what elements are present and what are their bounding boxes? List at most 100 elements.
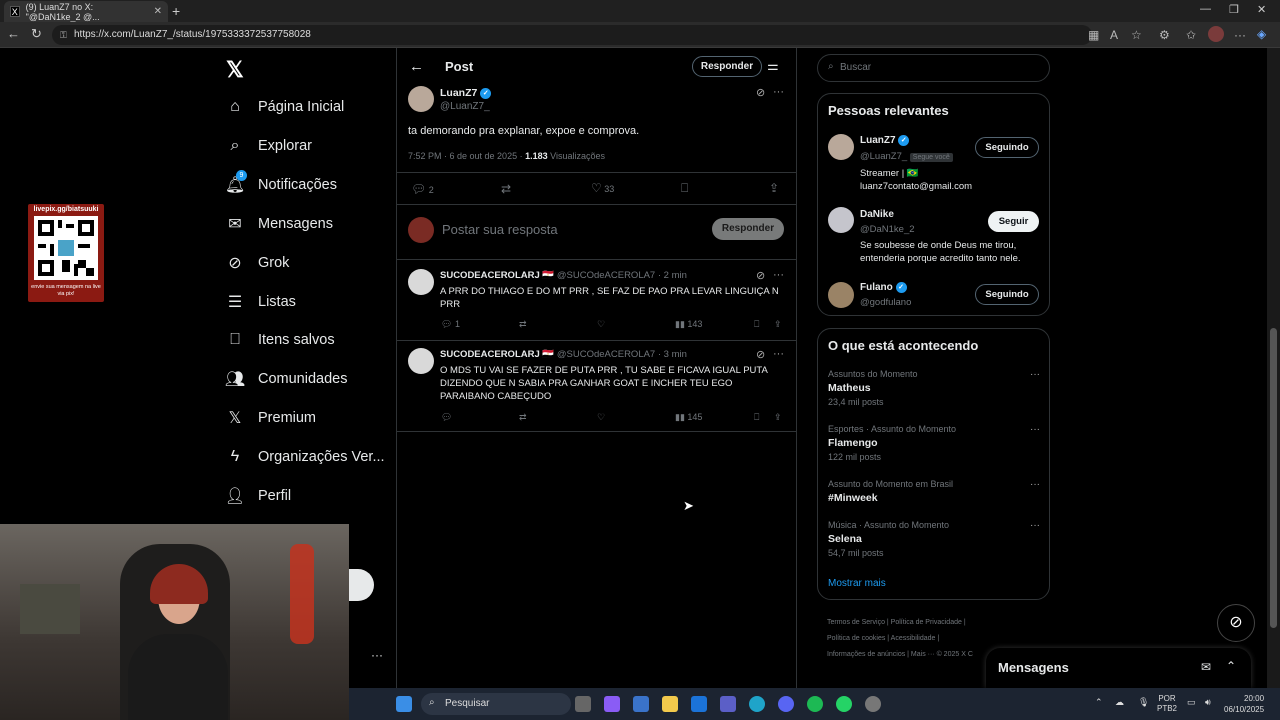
views-action[interactable]: ▮▮ 143 <box>675 319 702 330</box>
maximize-icon[interactable]: ❐ <box>1229 3 1239 16</box>
repost-icon[interactable]: ⇄ <box>501 182 511 196</box>
x-logo-icon[interactable]: 𝕏 <box>226 57 244 83</box>
person-name[interactable]: LuanZ7 ✓ <box>860 135 910 146</box>
nav-item[interactable]: 𝕏 Premium <box>226 409 316 427</box>
nav-item[interactable]: ⌂ Página Inicial <box>226 98 344 116</box>
reply-action[interactable]: 💬︎ 2 <box>411 182 434 196</box>
search-input[interactable]: ⌕ Buscar <box>817 54 1050 82</box>
reply-action[interactable]: 💬︎ 1 <box>441 319 460 330</box>
header-reply-button[interactable]: Responder <box>692 56 762 77</box>
discord-icon[interactable] <box>778 696 794 712</box>
avatar[interactable] <box>828 207 854 233</box>
url-field[interactable]: ⚿ https://x.com/LuanZ7_/status/197533337… <box>52 25 1092 45</box>
person-handle[interactable]: @godfulano <box>860 297 911 308</box>
page-scrollbar[interactable] <box>1267 48 1280 688</box>
apps-icon[interactable]: ▦ <box>1088 28 1099 42</box>
store-icon[interactable] <box>633 696 649 712</box>
reload-icon[interactable]: ↻ <box>31 26 42 42</box>
minimize-icon[interactable]: — <box>1200 3 1211 15</box>
trend-item[interactable]: Assunto do Momento em Brasil #Minweek ··· <box>828 479 1040 507</box>
post-button-partial[interactable] <box>349 569 374 601</box>
like-action[interactable]: ♡ 33 <box>591 181 614 195</box>
scrollbar-thumb[interactable] <box>1270 328 1277 628</box>
obs-icon[interactable] <box>865 696 881 712</box>
outlook-icon[interactable] <box>691 696 707 712</box>
views-action[interactable]: ▮▮ 145 <box>675 412 702 423</box>
footer-line[interactable]: Informações de anúncios | Mais ··· © 202… <box>827 647 973 663</box>
copilot-icon[interactable]: ◈ <box>1257 27 1266 41</box>
grok-icon[interactable]: ⊘ <box>756 86 765 99</box>
account-more-icon[interactable]: ··· <box>371 648 383 662</box>
grok-icon[interactable]: ⊘ <box>756 269 765 282</box>
network-icon[interactable]: ▭ <box>1187 697 1196 708</box>
nav-item[interactable]: ⊘ Grok <box>226 254 289 272</box>
grok-floating-button[interactable]: ⊘ <box>1217 604 1255 642</box>
teams-icon[interactable] <box>720 696 736 712</box>
reply-header[interactable]: SUCODEACEROLARJ 🇪🇬 @SUCOdeACEROLA7 · 2 m… <box>440 270 687 281</box>
filter-icon[interactable]: ⚌ <box>767 58 779 74</box>
bookmark-icon[interactable]: ⎕ <box>754 412 759 423</box>
more-options-icon[interactable]: ··· <box>773 86 784 98</box>
nav-item[interactable]: ☰ Listas <box>226 293 296 311</box>
nav-item[interactable]: 🔔︎ 9 Notificações <box>225 169 337 194</box>
trend-item[interactable]: Música · Assunto do Momento Selena 54,7 mi… <box>828 520 1040 558</box>
person-name[interactable]: DaNike <box>860 209 894 220</box>
trend-item[interactable]: Esportes · Assunto do Momento Flamengo 122… <box>828 424 1040 462</box>
trend-more-icon[interactable]: ··· <box>1030 520 1040 531</box>
avatar[interactable] <box>828 134 854 160</box>
trend-item[interactable]: Assuntos do Momento Matheus 23,4 mil posts… <box>828 369 1040 407</box>
read-aloud-icon[interactable]: A <box>1110 28 1118 42</box>
reply-icon[interactable]: 💬︎ <box>441 412 452 423</box>
task-view-icon[interactable] <box>575 696 591 712</box>
nav-item[interactable]: ⎕ Itens salvos <box>226 331 334 349</box>
reply-submit-button[interactable]: Responder <box>712 218 784 240</box>
volume-icon[interactable]: 🔊︎ <box>1205 697 1211 708</box>
nav-item[interactable]: ⌕ Explorar <box>226 137 312 155</box>
following-button[interactable]: Seguindo <box>975 284 1039 305</box>
repost-icon[interactable]: ⇄ <box>519 319 527 330</box>
nav-item[interactable]: ✉ Mensagens <box>226 215 333 233</box>
person-handle[interactable]: @LuanZ7_ Segue você <box>860 151 953 162</box>
author-handle[interactable]: @LuanZ7_ <box>440 101 490 112</box>
trend-more-icon[interactable]: ··· <box>1030 369 1040 380</box>
browser-tab[interactable]: X (9) LuanZ7 no X: "@DaN1ke_2 @... ✕ <box>4 1 168 22</box>
tray-chevron-icon[interactable]: ⌃ <box>1095 697 1103 708</box>
mic-icon[interactable]: 🎙︎ <box>1138 697 1149 708</box>
new-tab-icon[interactable]: + <box>172 3 180 19</box>
person-name[interactable]: Fulano ✓ <box>860 282 907 293</box>
heart-icon[interactable]: ♡ <box>597 319 605 330</box>
trend-more-icon[interactable]: ··· <box>1030 479 1040 490</box>
avatar[interactable] <box>408 348 434 374</box>
show-more-link[interactable]: Mostrar mais <box>828 578 886 589</box>
onedrive-icon[interactable]: ☁ <box>1115 697 1124 708</box>
avatar[interactable] <box>408 269 434 295</box>
messages-dock[interactable]: Mensagens ✉ ⌃ <box>986 648 1251 688</box>
taskbar-search[interactable]: ⌕ Pesquisar <box>421 693 571 715</box>
share-icon[interactable]: ⇪ <box>774 319 782 330</box>
site-info-icon[interactable]: ⚿ <box>60 25 67 45</box>
bookmark-icon[interactable]: ⎕ <box>681 181 688 196</box>
more-menu-icon[interactable]: ··· <box>1234 28 1246 42</box>
follow-button[interactable]: Seguir <box>988 211 1039 232</box>
avatar[interactable] <box>408 86 434 112</box>
bookmark-icon[interactable]: ⎕ <box>754 319 759 330</box>
nav-item[interactable]: ϟ Organizações Ver... <box>226 448 385 466</box>
heart-icon[interactable]: ♡ <box>597 412 605 423</box>
file-explorer-icon[interactable] <box>662 696 678 712</box>
share-icon[interactable]: ⇪ <box>769 181 779 195</box>
grok-icon[interactable]: ⊘ <box>756 348 765 361</box>
close-window-icon[interactable]: ✕ <box>1257 3 1266 16</box>
close-tab-icon[interactable]: ✕ <box>154 6 162 17</box>
footer-line[interactable]: Política de cookies | Acessibilidade | <box>827 631 973 647</box>
favorites-icon[interactable]: ✩ <box>1186 28 1196 42</box>
back-arrow-icon[interactable]: ← <box>409 58 424 75</box>
trend-more-icon[interactable]: ··· <box>1030 424 1040 435</box>
extensions-icon[interactable]: ⚙ <box>1159 28 1170 42</box>
language-indicator[interactable]: POR PTB2 <box>1157 694 1177 714</box>
more-options-icon[interactable]: ··· <box>773 269 784 281</box>
reply-header[interactable]: SUCODEACEROLARJ 🇪🇬 @SUCOdeACEROLA7 · 3 m… <box>440 349 687 360</box>
favorite-star-icon[interactable]: ☆ <box>1131 28 1142 42</box>
copilot-app-icon[interactable] <box>604 696 620 712</box>
footer-line[interactable]: Termos de Serviço | Política de Privacid… <box>827 615 973 631</box>
back-icon[interactable]: ← <box>7 26 20 41</box>
